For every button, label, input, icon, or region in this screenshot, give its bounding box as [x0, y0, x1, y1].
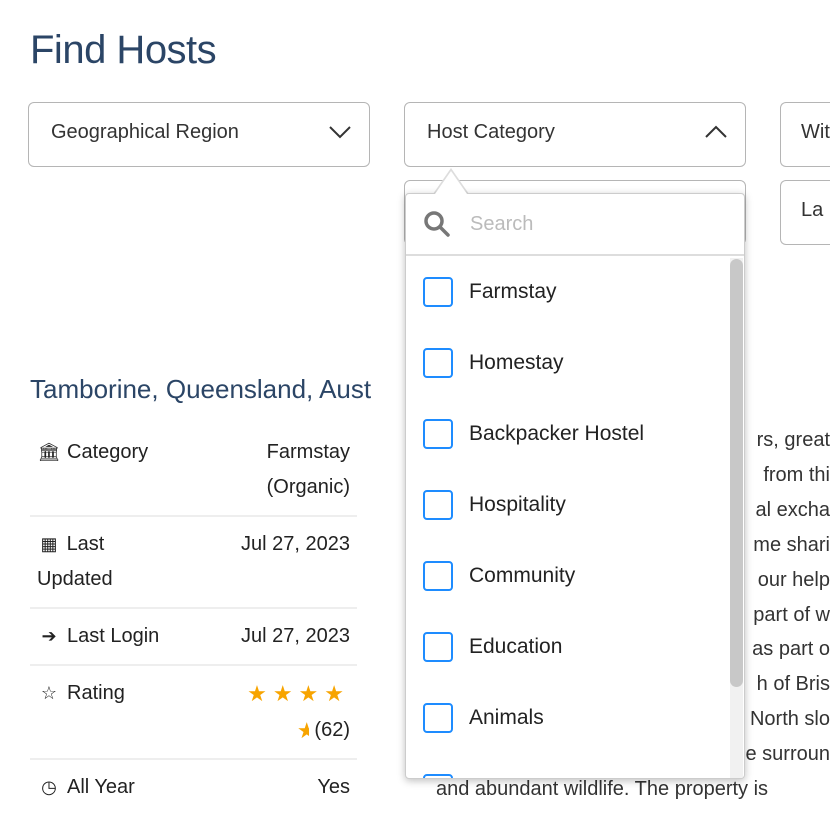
option-label: Animals	[469, 705, 544, 729]
description-line: h of Bris	[756, 673, 830, 696]
detail-row-category: 🏛 Category Farmstay (Organic)	[30, 425, 357, 517]
description-line: e surroun	[745, 743, 830, 766]
third-filter[interactable]: Wit	[780, 102, 830, 167]
description-line: North slo	[749, 708, 830, 731]
search-input[interactable]	[470, 212, 710, 236]
filter-label: Host Category	[427, 121, 555, 143]
rating-value: ★★★★ ★ (62)	[230, 676, 350, 748]
scrollbar[interactable]	[730, 258, 743, 778]
option-hospitality[interactable]: Hospitality	[406, 469, 744, 540]
option-checkbox[interactable]	[423, 631, 453, 662]
page-title: Find Hosts	[30, 28, 217, 72]
sign-in-icon: ➔	[41, 626, 57, 646]
option-checkbox[interactable]	[423, 347, 453, 378]
rating-count: (62)	[314, 719, 350, 741]
option-label: Farmstay	[469, 279, 557, 303]
option-community[interactable]: Community	[406, 540, 744, 611]
description-line: as part o	[752, 638, 830, 661]
half-star-icon: ★	[297, 713, 309, 748]
description-line: our help	[757, 568, 830, 591]
option-checkbox[interactable]	[423, 702, 453, 733]
host-category-filter[interactable]: Host Category	[404, 102, 746, 167]
description-line: from thi	[763, 463, 830, 486]
detail-value: Yes	[317, 776, 350, 798]
fourth-filter[interactable]: La	[780, 180, 830, 245]
star-outline-icon: ☆	[40, 683, 58, 703]
filter-label: La	[801, 199, 824, 221]
detail-row-last-login: ➔ Last Login Jul 27, 2023	[30, 609, 357, 666]
option-checkbox[interactable]	[423, 276, 453, 307]
option-checkbox[interactable]	[423, 418, 453, 449]
calendar-icon: ▦	[40, 534, 58, 554]
detail-value: Jul 27, 2023	[241, 625, 350, 647]
detail-value: Farmstay (Organic)	[266, 441, 350, 498]
chevron-up-icon	[705, 125, 727, 138]
detail-row-rating: ☆ Rating ★★★★ ★ (62)	[30, 666, 357, 760]
option-checkbox[interactable]	[423, 773, 453, 778]
clock-icon: ◷	[41, 777, 57, 797]
detail-value: Jul 27, 2023	[241, 533, 350, 555]
option-farmstay[interactable]: Farmstay	[406, 256, 744, 327]
option-checkbox[interactable]	[423, 489, 453, 520]
option-label: Homestay	[469, 350, 564, 374]
option-backpacker-hostel[interactable]: Backpacker Hostel	[406, 398, 744, 469]
detail-row-last-updated: ▦ Last Updated Jul 27, 2023	[30, 517, 357, 609]
listing-location[interactable]: Tamborine, Queensland, Aust	[30, 374, 371, 405]
bank-icon: 🏛	[37, 442, 61, 462]
detail-label: Rating	[67, 682, 125, 704]
description-line: me shari	[753, 533, 830, 556]
detail-row-all-year: ◷ All Year Yes	[30, 760, 357, 815]
description-line: rs, great	[756, 429, 830, 451]
detail-label: All Year	[67, 776, 135, 798]
detail-label: Last Login	[67, 625, 160, 647]
dropdown-caret-fill	[435, 171, 467, 194]
option-partial[interactable]	[406, 753, 744, 778]
scrollbar-thumb[interactable]	[730, 259, 743, 687]
description-line: part of w	[753, 603, 830, 626]
option-animals[interactable]: Animals	[406, 682, 744, 753]
option-label: Education	[469, 634, 563, 658]
option-label: Hospitality	[469, 492, 566, 516]
option-label: Community	[469, 563, 576, 587]
option-checkbox[interactable]	[423, 560, 453, 591]
dropdown-search	[406, 194, 744, 256]
listing-details-table: 🏛 Category Farmstay (Organic) ▦ Last Upda…	[30, 425, 357, 815]
chevron-down-icon	[329, 126, 351, 139]
host-category-dropdown: Farmstay Homestay Backpacker Hostel Hospita…	[405, 193, 745, 779]
option-label: Backpacker Hostel	[469, 421, 645, 445]
filter-label: Wit	[801, 121, 830, 143]
geographical-region-filter[interactable]: Geographical Region	[28, 102, 370, 167]
detail-label: Category	[67, 441, 149, 463]
rating-stars: ★★★★	[247, 681, 350, 706]
option-homestay[interactable]: Homestay	[406, 327, 744, 398]
description-line: al excha	[755, 498, 830, 521]
search-icon	[424, 211, 450, 237]
option-education[interactable]: Education	[406, 611, 744, 682]
filter-label: Geographical Region	[51, 121, 239, 143]
